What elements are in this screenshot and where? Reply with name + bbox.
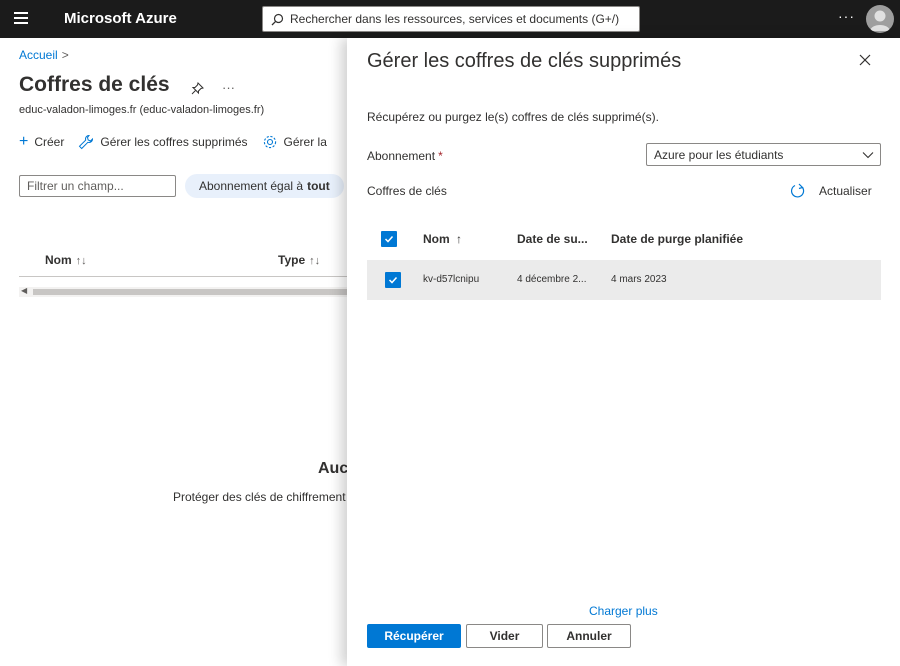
panel-description: Récupérez ou purgez le(s) coffres de clé… <box>367 110 659 124</box>
empty-state-description: Protéger des clés de chiffrement <box>173 490 346 504</box>
global-search[interactable] <box>262 6 640 32</box>
chevron-down-icon <box>862 152 874 159</box>
row-checkbox[interactable] <box>385 272 401 288</box>
search-icon <box>271 13 284 25</box>
refresh-button[interactable]: Actualiser <box>790 183 872 199</box>
create-button[interactable]: + Créer <box>19 133 65 150</box>
column-header-name[interactable]: Nom ↑↓ <box>45 253 87 267</box>
row-vault-name: kv-d57lcnipu <box>423 274 480 285</box>
manage-view-label: Gérer la <box>283 135 327 149</box>
header-divider <box>19 276 349 277</box>
scrollbar-thumb[interactable] <box>33 289 349 295</box>
grid-header-purge-date[interactable]: Date de purge planifiée <box>611 232 743 246</box>
more-icon[interactable]: ··· <box>838 8 855 24</box>
check-icon <box>384 235 394 243</box>
sort-ascending-icon: ↑ <box>456 232 463 246</box>
grid-header-name-label: Nom <box>423 232 450 246</box>
plus-icon: + <box>19 133 29 150</box>
hamburger-menu-icon[interactable] <box>14 12 28 24</box>
table-row[interactable]: kv-d57lcnipu 4 décembre 2... 4 mars 2023 <box>367 260 881 300</box>
load-more-link[interactable]: Charger plus <box>589 604 658 618</box>
vaults-label: Coffres de clés <box>367 184 447 198</box>
refresh-icon <box>791 183 805 198</box>
column-type-label: Type <box>278 253 306 267</box>
select-all-checkbox[interactable] <box>381 231 397 247</box>
top-bar: Microsoft Azure ··· <box>0 0 900 38</box>
subscription-label-text: Abonnement <box>367 149 436 163</box>
sort-icon: ↑↓ <box>75 255 87 267</box>
create-label: Créer <box>34 135 65 149</box>
subscription-label: Abonnement * <box>367 149 443 163</box>
manage-deleted-vaults-panel: Gérer les coffres de clés supprimés Récu… <box>347 38 900 666</box>
scroll-left-icon[interactable]: ◀ <box>21 286 27 295</box>
brand-name[interactable]: Microsoft Azure <box>64 10 177 27</box>
grid-header-deleted-date[interactable]: Date de su... <box>517 232 588 246</box>
subscription-filter-pill[interactable]: Abonnement égal à tout <box>185 174 344 198</box>
vaults-grid-header: Nom ↑ Date de su... Date de purge planif… <box>367 226 881 250</box>
page-subtitle: educ-valadon-limoges.fr (educ-valadon-li… <box>19 104 265 116</box>
row-deleted-date: 4 décembre 2... <box>517 274 587 285</box>
avatar[interactable] <box>866 5 894 33</box>
breadcrumb-separator: > <box>61 48 69 62</box>
page-title: Coffres de clés <box>19 73 170 96</box>
column-name-label: Nom <box>45 253 72 267</box>
empty-state-title: Auc <box>318 460 349 477</box>
filter-input[interactable] <box>19 175 176 197</box>
pin-icon[interactable] <box>191 82 204 95</box>
manage-view-button[interactable]: Gérer la <box>262 134 327 150</box>
subscription-value: Azure pour les étudiants <box>654 147 784 162</box>
sort-icon: ↑↓ <box>309 255 321 267</box>
subscription-dropdown[interactable]: Azure pour les étudiants <box>646 143 881 166</box>
breadcrumb-home-link[interactable]: Accueil <box>19 48 58 62</box>
check-icon <box>388 276 398 284</box>
user-icon <box>870 10 890 31</box>
column-header-type[interactable]: Type ↑↓ <box>278 253 320 267</box>
manage-deleted-label: Gérer les coffres supprimés <box>100 135 248 149</box>
horizontal-scrollbar[interactable]: ◀ <box>19 286 349 297</box>
wrench-icon <box>79 134 94 150</box>
close-icon[interactable] <box>858 53 872 67</box>
panel-title: Gérer les coffres de clés supprimés <box>367 50 682 72</box>
purge-button[interactable]: Vider <box>466 624 543 648</box>
search-input[interactable] <box>290 12 630 26</box>
cancel-button[interactable]: Annuler <box>547 624 631 648</box>
breadcrumb: Accueil > <box>19 48 69 62</box>
gear-icon <box>263 135 276 149</box>
required-marker: * <box>438 149 443 163</box>
pill-prefix: Abonnement égal à <box>199 179 304 193</box>
pill-value: tout <box>307 179 330 193</box>
grid-header-name[interactable]: Nom ↑ <box>423 232 462 246</box>
command-bar: + Créer Gérer les coffres supprimés Gérer… <box>19 134 341 150</box>
manage-deleted-button[interactable]: Gérer les coffres supprimés <box>78 134 248 150</box>
page-more-icon[interactable]: ··· <box>222 80 235 95</box>
recover-button[interactable]: Récupérer <box>367 624 461 648</box>
row-purge-date: 4 mars 2023 <box>611 274 667 285</box>
refresh-label: Actualiser <box>819 184 872 198</box>
